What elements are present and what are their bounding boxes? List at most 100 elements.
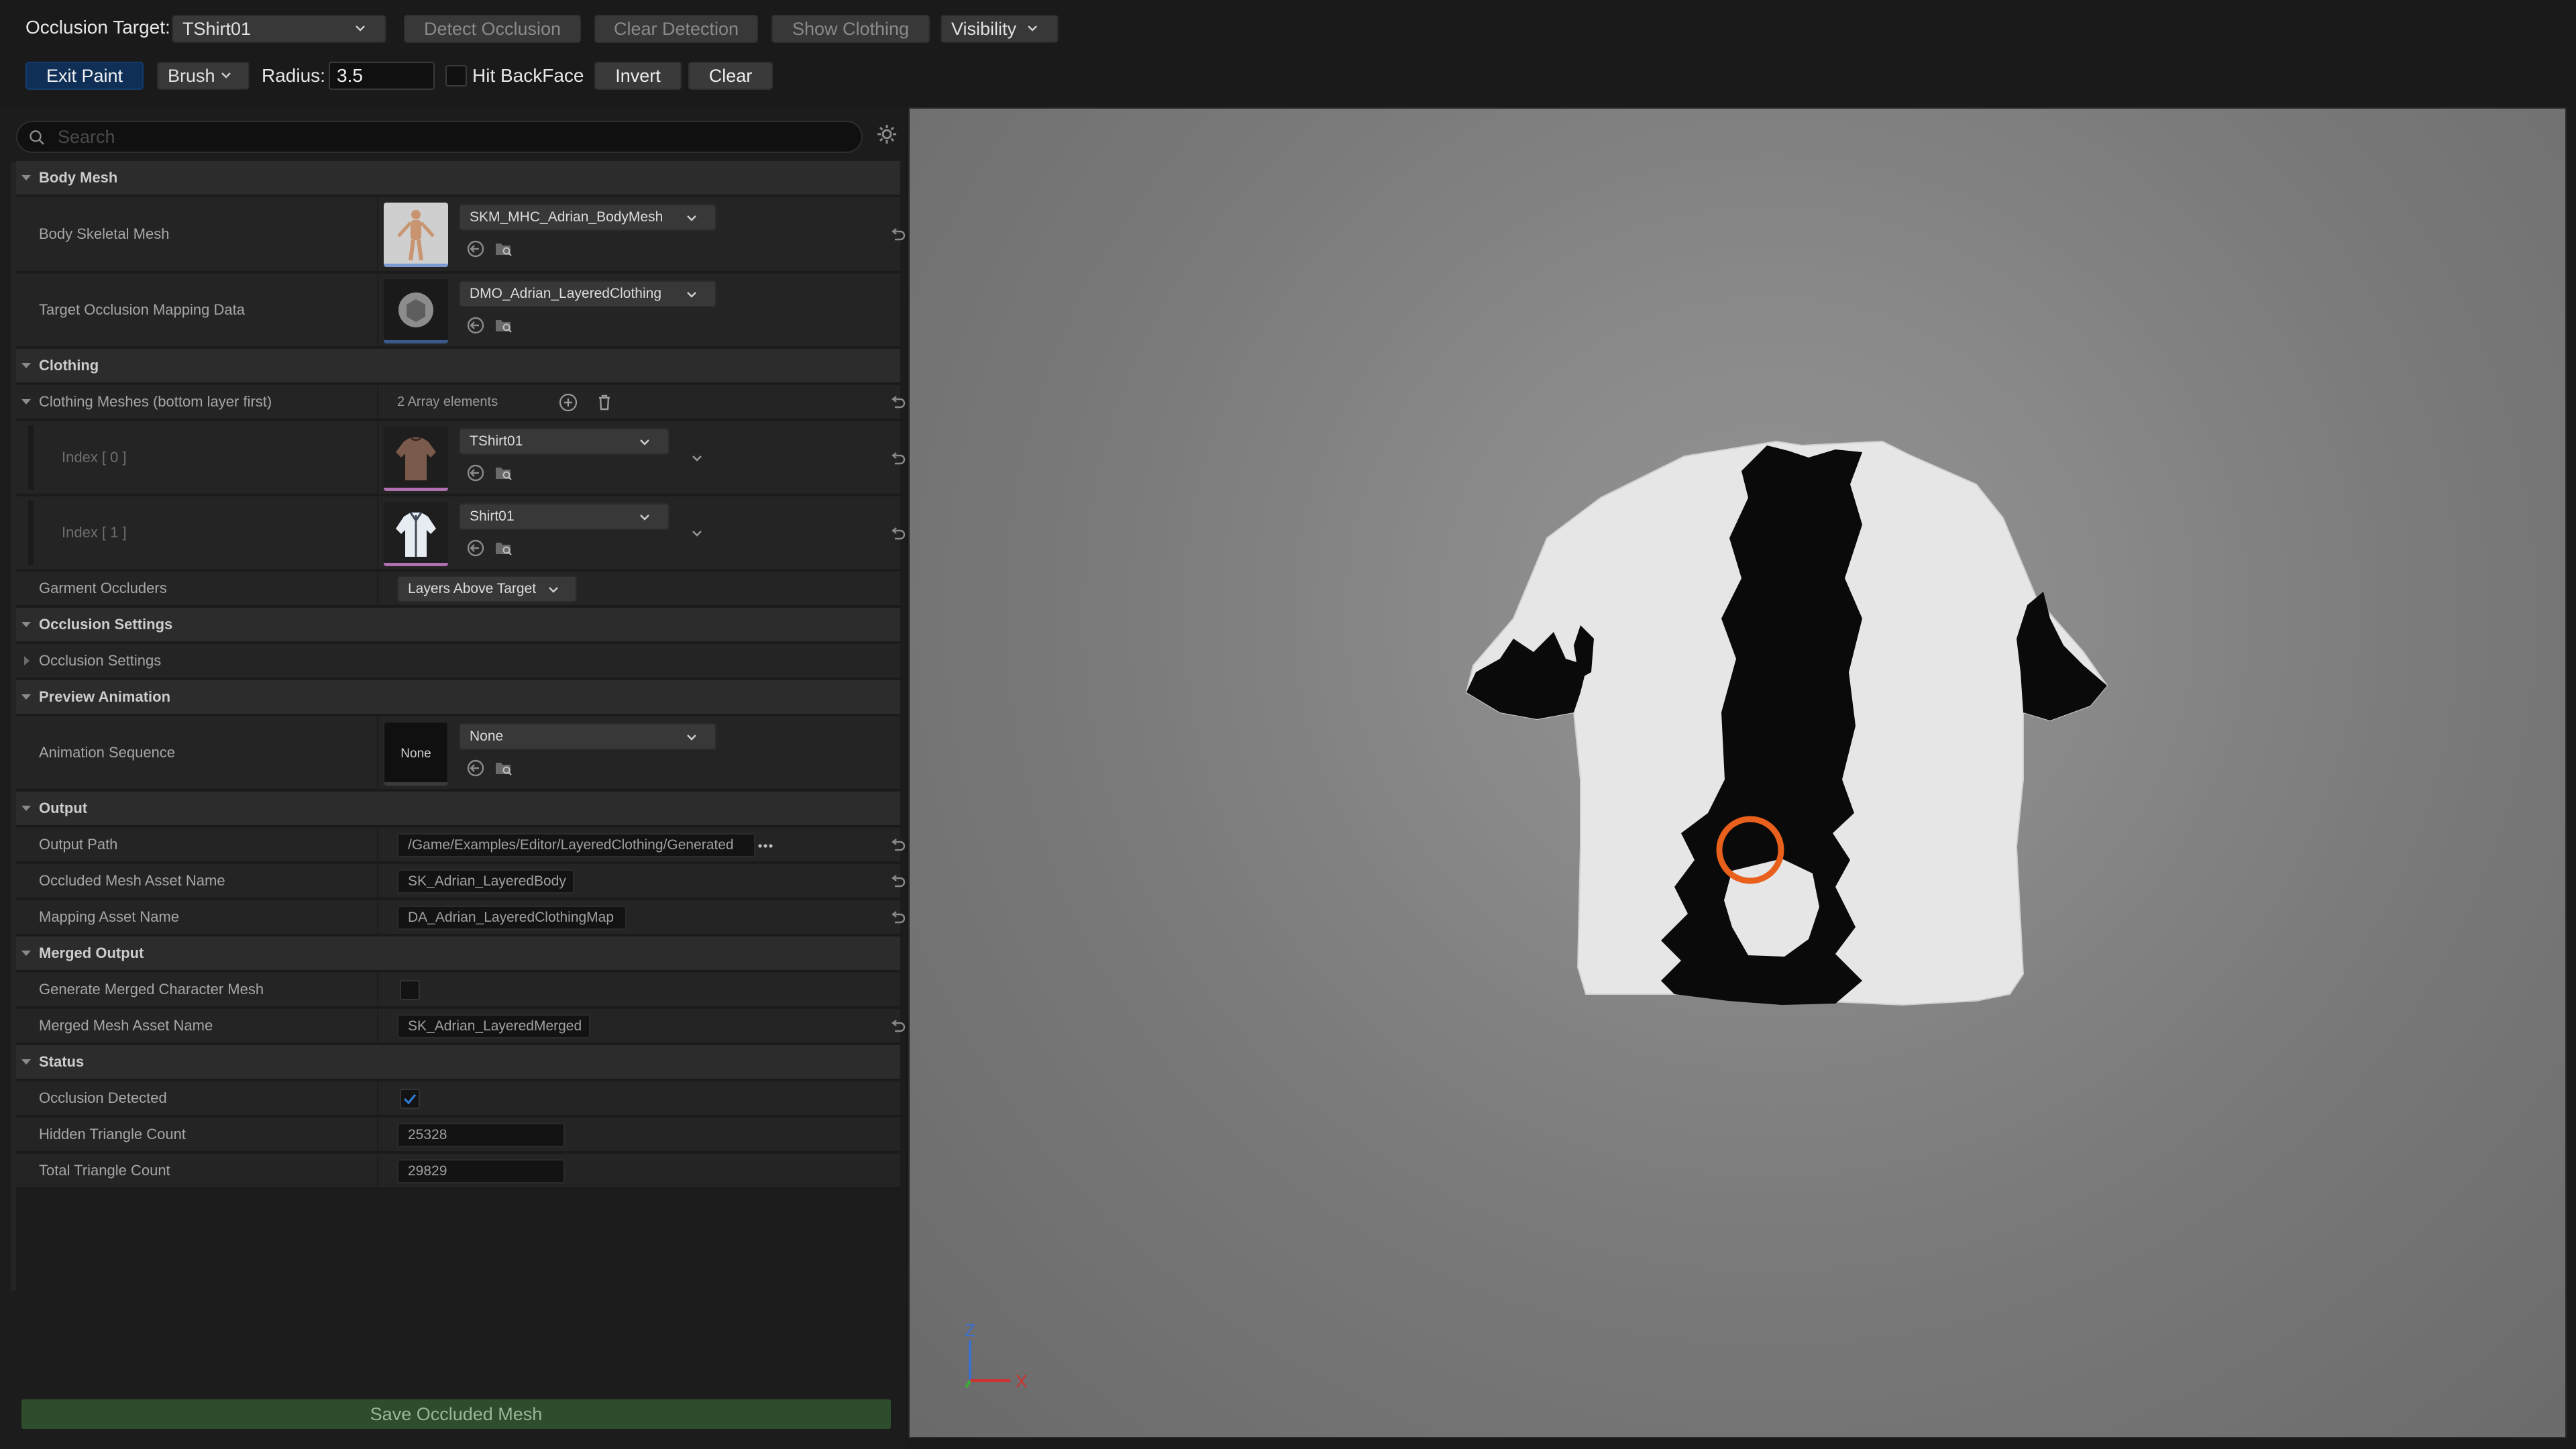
hit-backface-label: Hit BackFace <box>472 65 584 86</box>
shirt-thumbnail[interactable] <box>384 502 448 566</box>
section-status[interactable]: Status <box>16 1045 900 1080</box>
body-skeletal-mesh-combo[interactable]: SKM_MHC_Adrian_BodyMesh <box>459 204 716 231</box>
clothing-item-row: Index [ 0 ] TShirt01 <box>16 421 906 495</box>
save-occluded-mesh-button[interactable]: Save Occluded Mesh <box>21 1399 891 1429</box>
add-element-icon[interactable] <box>558 392 578 413</box>
use-selected-icon[interactable] <box>466 239 486 259</box>
radius-label: Radius: <box>262 65 325 86</box>
tshirt-thumbnail[interactable] <box>384 427 448 491</box>
visibility-label: Visibility <box>951 19 1017 39</box>
animation-sequence-row: Animation Sequence None None <box>16 716 900 790</box>
chevron-down-icon <box>220 69 232 81</box>
show-clothing-button[interactable]: Show Clothing <box>771 15 930 43</box>
search-input[interactable] <box>56 125 848 149</box>
exit-paint-button[interactable]: Exit Paint <box>25 62 144 90</box>
clear-detection-button[interactable]: Clear Detection <box>594 15 758 43</box>
section-title: Clothing <box>39 357 99 374</box>
column-divider <box>377 716 378 789</box>
section-output[interactable]: Output <box>16 792 900 826</box>
detect-occlusion-button[interactable]: Detect Occlusion <box>404 15 581 43</box>
generate-merged-checkbox[interactable] <box>400 980 420 1000</box>
browse-folder-icon[interactable] <box>494 239 514 259</box>
body-skeletal-mesh-row: Body Skeletal Mesh SKM_MHC_Adrian_BodyMe… <box>16 197 906 272</box>
section-body-mesh[interactable]: Body Mesh <box>16 161 900 196</box>
browse-ellipsis-icon[interactable] <box>755 836 775 856</box>
animation-thumbnail[interactable]: None <box>384 722 448 786</box>
occlusion-target-combo[interactable]: TShirt01 <box>172 15 386 43</box>
reset-to-default-icon[interactable] <box>888 1017 907 1036</box>
chevron-down-icon <box>547 584 559 596</box>
asset-type-bar <box>384 563 448 566</box>
column-divider <box>377 385 378 419</box>
array-index-label: Index [ 0 ] <box>62 449 127 466</box>
browse-folder-icon[interactable] <box>494 758 514 778</box>
clothing-mesh-combo[interactable]: Shirt01 <box>459 503 669 530</box>
hit-backface-checkbox[interactable] <box>445 65 467 87</box>
section-merged-output[interactable]: Merged Output <box>16 936 900 971</box>
reset-to-default-icon[interactable] <box>888 393 907 412</box>
reset-to-default-icon[interactable] <box>888 225 907 244</box>
use-selected-icon[interactable] <box>466 538 486 558</box>
asset-value: TShirt01 <box>470 433 523 449</box>
element-options-chevron-icon[interactable] <box>687 448 707 468</box>
browse-folder-icon[interactable] <box>494 538 514 558</box>
invert-button[interactable]: Invert <box>594 62 682 90</box>
property-label: Body Skeletal Mesh <box>39 225 170 242</box>
section-clothing[interactable]: Clothing <box>16 349 900 384</box>
reset-to-default-icon[interactable] <box>888 449 907 468</box>
use-selected-icon[interactable] <box>466 758 486 778</box>
clothing-mesh-combo[interactable]: TShirt01 <box>459 428 669 455</box>
brush-dropdown[interactable]: Brush <box>157 62 250 90</box>
mapping-data-thumbnail[interactable] <box>384 279 448 343</box>
reset-to-default-icon[interactable] <box>888 836 907 855</box>
browse-folder-icon[interactable] <box>494 315 514 335</box>
expand-triangle-icon <box>20 619 32 631</box>
column-divider <box>377 864 378 898</box>
3d-viewport[interactable]: Z X <box>908 107 2567 1438</box>
clothing-meshes-row[interactable]: Clothing Meshes (bottom layer first) 2 A… <box>16 385 906 420</box>
column-divider <box>377 828 378 861</box>
settings-gear-icon[interactable] <box>875 122 899 146</box>
reset-to-default-icon[interactable] <box>888 872 907 891</box>
clear-button[interactable]: Clear <box>688 62 773 90</box>
column-divider <box>377 1154 378 1187</box>
hidden-triangle-row: Hidden Triangle Count 25328 <box>16 1118 900 1152</box>
section-occlusion-settings[interactable]: Occlusion Settings <box>16 608 900 643</box>
section-title: Body Mesh <box>39 169 118 186</box>
mapping-data-combo[interactable]: DMO_Adrian_LayeredClothing <box>459 280 716 307</box>
occlusion-settings-row[interactable]: Occlusion Settings <box>16 644 900 679</box>
reset-to-default-icon[interactable] <box>888 525 907 543</box>
target-occlusion-mapping-row: Target Occlusion Mapping Data DMO_Adrian… <box>16 274 900 347</box>
use-selected-icon[interactable] <box>466 315 486 335</box>
reset-to-default-icon[interactable] <box>888 908 907 927</box>
column-divider <box>377 496 378 569</box>
asset-value: Shirt01 <box>470 508 515 524</box>
radius-input[interactable]: 3.5 <box>329 62 435 90</box>
section-title: Merged Output <box>39 945 144 961</box>
browse-folder-icon[interactable] <box>494 463 514 483</box>
property-label: Total Triangle Count <box>39 1162 170 1179</box>
body-mesh-thumbnail[interactable] <box>384 203 448 267</box>
delete-all-icon[interactable] <box>594 392 614 413</box>
use-selected-icon[interactable] <box>466 463 486 483</box>
hidden-triangle-count: 25328 <box>397 1123 565 1147</box>
merged-mesh-name-field[interactable]: SK_Adrian_LayeredMerged <box>397 1014 590 1038</box>
search-bar[interactable] <box>16 121 863 153</box>
property-label: Hidden Triangle Count <box>39 1126 186 1142</box>
paint-toolbar: Exit Paint Brush Radius: 3.5 Hit BackFac… <box>0 54 2576 107</box>
garment-occluders-combo[interactable]: Layers Above Target <box>397 576 577 602</box>
section-preview-animation[interactable]: Preview Animation <box>16 680 900 715</box>
indent-guide <box>28 500 34 565</box>
merged-mesh-name-row: Merged Mesh Asset Name SK_Adrian_Layered… <box>16 1009 906 1044</box>
occluded-mesh-name-field[interactable]: SK_Adrian_LayeredBody <box>397 869 574 894</box>
expand-triangle-icon <box>20 360 32 372</box>
animation-sequence-combo[interactable]: None <box>459 723 716 750</box>
visibility-dropdown[interactable]: Visibility <box>941 15 1059 43</box>
element-options-chevron-icon[interactable] <box>687 523 707 543</box>
column-divider <box>377 973 378 1006</box>
expand-triangle-icon <box>20 947 32 959</box>
mapping-asset-name-field[interactable]: DA_Adrian_LayeredClothingMap <box>397 906 627 930</box>
property-label: Occlusion Settings <box>39 652 162 669</box>
generate-merged-row: Generate Merged Character Mesh <box>16 973 900 1008</box>
output-path-field[interactable]: /Game/Examples/Editor/LayeredClothing/Ge… <box>397 833 755 857</box>
